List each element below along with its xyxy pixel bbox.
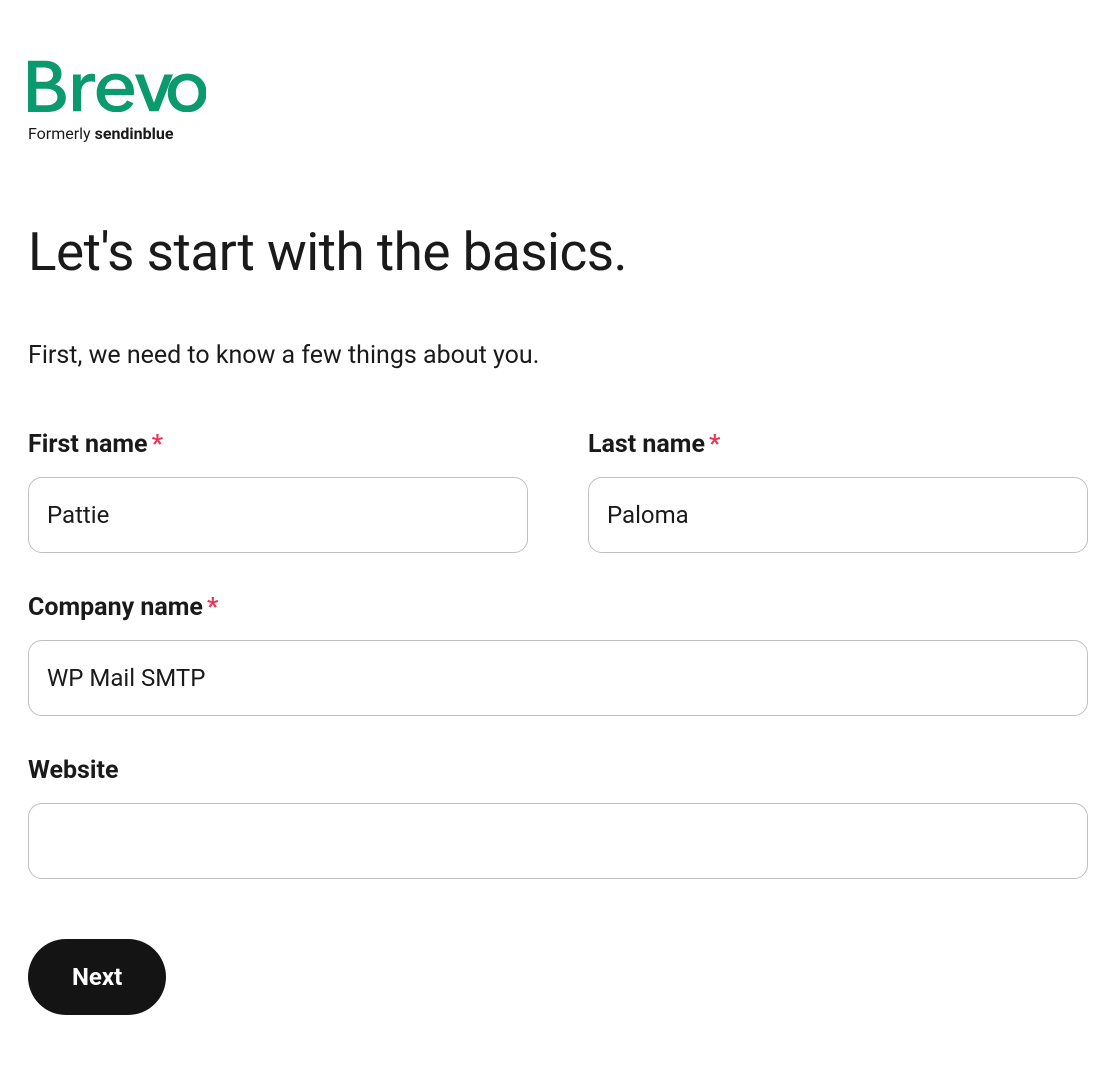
next-button[interactable]: Next xyxy=(28,939,166,1015)
logo-area: Formerly sendinblue xyxy=(28,60,1088,143)
website-input[interactable] xyxy=(28,803,1088,879)
logo-subtitle-bold: sendinblue xyxy=(95,124,174,143)
last-name-group: Last name* xyxy=(588,430,1088,553)
required-indicator: * xyxy=(152,430,163,459)
last-name-input[interactable] xyxy=(588,477,1088,553)
logo-subtitle-prefix: Formerly xyxy=(28,124,95,143)
page-intro: First, we need to know a few things abou… xyxy=(28,341,1088,370)
page-title: Let's start with the basics. xyxy=(28,223,1088,281)
company-name-input[interactable] xyxy=(28,640,1088,716)
first-name-input[interactable] xyxy=(28,477,528,553)
website-group: Website xyxy=(28,756,1088,879)
first-name-group: First name* xyxy=(28,430,528,553)
brevo-logo xyxy=(28,60,206,112)
first-name-label: First name* xyxy=(28,430,528,459)
required-indicator: * xyxy=(709,430,720,459)
required-indicator: * xyxy=(207,593,218,622)
website-label: Website xyxy=(28,756,1088,785)
last-name-label: Last name* xyxy=(588,430,1088,459)
company-name-label: Company name* xyxy=(28,593,1088,622)
logo-subtitle: Formerly sendinblue xyxy=(28,124,1088,143)
company-name-group: Company name* xyxy=(28,593,1088,716)
